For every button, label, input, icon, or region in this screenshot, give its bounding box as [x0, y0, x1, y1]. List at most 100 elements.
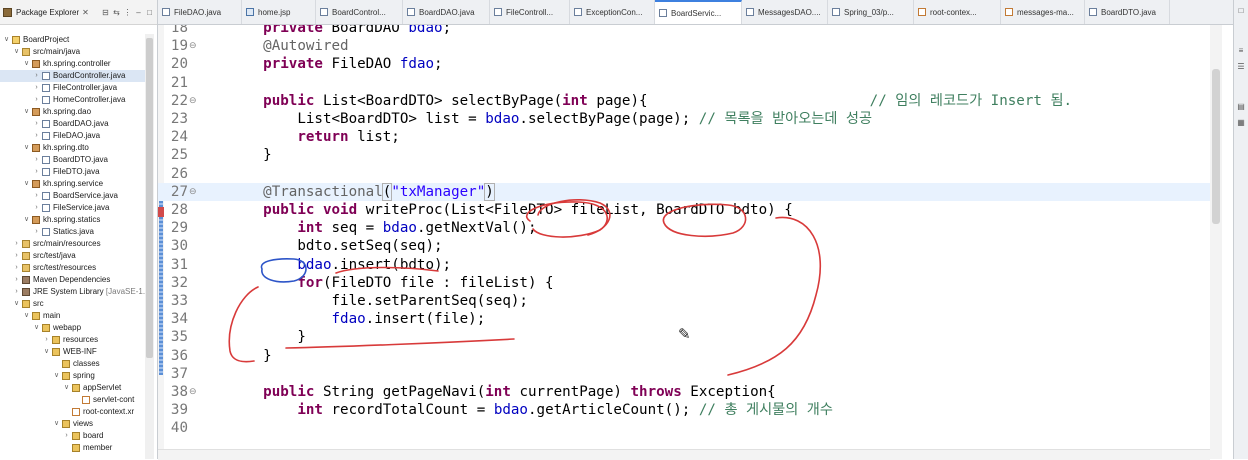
tree-item[interactable]: › BoardService.java	[0, 190, 145, 202]
editor-tab[interactable]: root-contex...	[914, 0, 1001, 24]
expanded-icon[interactable]: ∨	[33, 322, 40, 334]
minimize-icon[interactable]: –	[134, 8, 143, 17]
console-icon[interactable]: ▤	[1236, 102, 1246, 112]
tree-item[interactable]: servlet-cont	[0, 394, 145, 406]
expand-icon[interactable]: ›	[13, 250, 20, 262]
tree-item[interactable]: ∨ src	[0, 298, 145, 310]
editor-tab[interactable]: BoardDTO.java	[1085, 0, 1170, 24]
maximize-icon[interactable]: □	[1236, 6, 1246, 16]
expanded-icon[interactable]: ∨	[23, 58, 30, 70]
editor-tab[interactable]: MessagesDAO....	[742, 0, 828, 24]
tree-item[interactable]: ∨ views	[0, 418, 145, 430]
editor-tab[interactable]: FileDAO.java	[158, 0, 242, 24]
expand-icon[interactable]: ›	[43, 334, 50, 346]
tree-item[interactable]: root-context.xr	[0, 406, 145, 418]
editor-horizontal-scrollbar[interactable]	[158, 449, 1210, 460]
tree-item[interactable]: › src/test/java	[0, 250, 145, 262]
editor-tab[interactable]: home.jsp	[242, 0, 316, 24]
expanded-icon[interactable]: ∨	[43, 346, 50, 358]
expand-icon[interactable]: ›	[33, 70, 40, 82]
tree-item[interactable]: classes	[0, 358, 145, 370]
tree-item-text: servlet-cont	[93, 395, 135, 404]
java-file-icon	[659, 9, 667, 17]
expand-icon[interactable]: ›	[33, 190, 40, 202]
maximize-icon[interactable]: □	[145, 8, 154, 17]
expanded-icon[interactable]: ∨	[13, 298, 20, 310]
expand-icon[interactable]: ›	[33, 82, 40, 94]
collapse-all-icon[interactable]: ⊟	[101, 8, 110, 17]
expand-icon[interactable]: ›	[33, 118, 40, 130]
view-menu-icon[interactable]: ⋮	[123, 8, 132, 17]
tree-item[interactable]: ∨ kh.spring.dao	[0, 106, 145, 118]
tree-item[interactable]: › BoardDAO.java	[0, 118, 145, 130]
explorer-scrollbar-thumb[interactable]	[146, 38, 153, 358]
tree-item[interactable]: ∨ main	[0, 310, 145, 322]
problems-icon[interactable]: ▦	[1236, 118, 1246, 128]
expand-icon[interactable]: ›	[33, 94, 40, 106]
editor-tab[interactable]: ExceptionCon...	[570, 0, 655, 24]
explorer-scrollbar[interactable]	[145, 34, 154, 459]
tree-item[interactable]: › BoardController.java	[0, 70, 145, 82]
expanded-icon[interactable]: ∨	[23, 310, 30, 322]
expand-icon[interactable]: ›	[13, 262, 20, 274]
expand-icon[interactable]: ›	[63, 430, 70, 442]
package-explorer-tab[interactable]: Package Explorer ✕ ⊟ ⇆ ⋮ – □	[0, 0, 157, 25]
expand-icon[interactable]: ›	[33, 202, 40, 214]
expanded-icon[interactable]: ∨	[53, 418, 60, 430]
expand-icon[interactable]: ›	[13, 238, 20, 250]
tree-item[interactable]: ∨ appServlet	[0, 382, 145, 394]
expanded-icon[interactable]: ∨	[63, 382, 70, 394]
tree-item[interactable]: › HomeController.java	[0, 94, 145, 106]
tree-item[interactable]: › FileController.java	[0, 82, 145, 94]
expanded-icon[interactable]: ∨	[23, 214, 30, 226]
tree-item[interactable]: › FileDTO.java	[0, 166, 145, 178]
tree-item[interactable]: ∨ kh.spring.dto	[0, 142, 145, 154]
tree-item[interactable]: ∨ webapp	[0, 322, 145, 334]
tree-item[interactable]: ∨ WEB-INF	[0, 346, 145, 358]
close-icon[interactable]: ✕	[82, 8, 89, 17]
tree-item[interactable]: › resources	[0, 334, 145, 346]
tree-item[interactable]: ∨ kh.spring.service	[0, 178, 145, 190]
tree-item[interactable]: › src/test/resources	[0, 262, 145, 274]
tree-item-label: Maven Dependencies	[33, 274, 110, 286]
editor-scrollbar-thumb[interactable]	[1212, 69, 1220, 224]
expanded-icon[interactable]: ∨	[23, 142, 30, 154]
editor-tab-label: FileDAO.java	[174, 7, 222, 17]
tree-item[interactable]: › Statics.java	[0, 226, 145, 238]
tree-item[interactable]: › board	[0, 430, 145, 442]
tree-item[interactable]: ∨ src/main/java	[0, 46, 145, 58]
editor-tab[interactable]: BoardDAO.java	[403, 0, 490, 24]
tree-item[interactable]: ∨ spring	[0, 370, 145, 382]
editor-tab[interactable]: FileControll...	[490, 0, 570, 24]
tree-item[interactable]: ∨ BoardProject	[0, 34, 145, 46]
editor-vertical-scrollbar[interactable]	[1210, 25, 1222, 459]
tree-item[interactable]: member	[0, 442, 145, 454]
tree-item[interactable]: ∨ kh.spring.controller	[0, 58, 145, 70]
editor-tab[interactable]: BoardControl...	[316, 0, 403, 24]
expand-icon[interactable]: ›	[13, 286, 20, 298]
task-list-icon[interactable]: ☰	[1236, 62, 1246, 72]
tree-item[interactable]: ∨ kh.spring.statics	[0, 214, 145, 226]
editor-tab[interactable]: messages-ma...	[1001, 0, 1085, 24]
tree-item[interactable]: › JRE System Library [JavaSE-1.	[0, 286, 145, 298]
expanded-icon[interactable]: ∨	[53, 370, 60, 382]
expand-icon[interactable]: ›	[33, 154, 40, 166]
editor-tab[interactable]: Spring_03/p...	[828, 0, 914, 24]
tree-item[interactable]: › src/main/resources	[0, 238, 145, 250]
tree-item[interactable]: › Maven Dependencies	[0, 274, 145, 286]
tree-item[interactable]: › FileDAO.java	[0, 130, 145, 142]
tree-item[interactable]: › BoardDTO.java	[0, 154, 145, 166]
tree-item[interactable]: › FileService.java	[0, 202, 145, 214]
expanded-icon[interactable]: ∨	[23, 178, 30, 190]
expand-icon[interactable]: ›	[33, 166, 40, 178]
editor-tab[interactable]: BoardServic...	[655, 0, 742, 24]
code-editor[interactable]: 18 private BoardDAO bdao; 19 ⊖ @Autowired 2…	[158, 25, 1210, 459]
expand-icon[interactable]: ›	[33, 130, 40, 142]
link-editor-icon[interactable]: ⇆	[112, 8, 121, 17]
expand-icon[interactable]: ›	[33, 226, 40, 238]
expand-icon[interactable]: ›	[13, 274, 20, 286]
outline-icon[interactable]: ≡	[1236, 46, 1246, 56]
expanded-icon[interactable]: ∨	[3, 34, 10, 46]
expanded-icon[interactable]: ∨	[23, 106, 30, 118]
expanded-icon[interactable]: ∨	[13, 46, 20, 58]
